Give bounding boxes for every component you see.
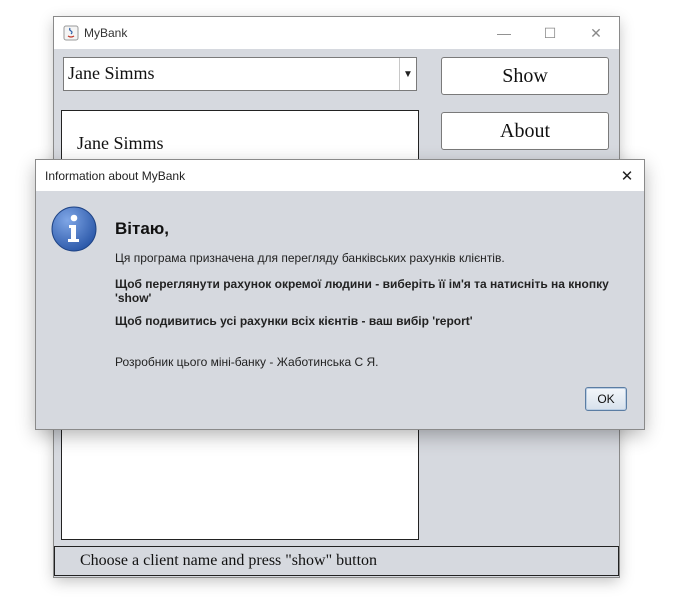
main-window-title: MyBank <box>84 26 128 40</box>
main-titlebar[interactable]: MyBank — ☐ ✕ <box>54 17 619 49</box>
dialog-text-report-hint: Щоб подивитись усі рахунки всіх кієнтів … <box>115 314 473 328</box>
ok-button[interactable]: OK <box>585 387 627 411</box>
show-button[interactable]: Show <box>441 57 609 95</box>
about-dialog: Information about MyBank ✕ Вітаю, Ця про… <box>36 160 644 429</box>
dialog-titlebar[interactable]: Information about MyBank ✕ <box>36 160 644 191</box>
minimize-button[interactable]: — <box>481 17 527 49</box>
java-app-icon <box>63 25 79 41</box>
status-bar: Choose a client name and press "show" bu… <box>54 546 619 576</box>
close-button[interactable]: ✕ <box>573 17 619 49</box>
client-select[interactable]: Jane Simms ▼ <box>63 57 417 91</box>
list-item[interactable]: Jane Simms <box>77 133 164 154</box>
status-text: Choose a client name and press "show" bu… <box>80 552 378 569</box>
dialog-text-intro: Ця програма призначена для перегляду бан… <box>115 251 505 265</box>
maximize-button[interactable]: ☐ <box>527 17 573 49</box>
dialog-title: Information about MyBank <box>45 169 186 183</box>
dialog-heading: Вітаю, <box>115 219 170 238</box>
dialog-text-author: Розробник цього міні-банку - Жаботинська… <box>115 355 379 369</box>
chevron-down-icon[interactable]: ▼ <box>399 58 416 90</box>
about-button[interactable]: About <box>441 112 609 150</box>
dialog-close-button[interactable]: ✕ <box>610 160 644 191</box>
client-select-value: Jane Simms <box>68 63 155 83</box>
dialog-text-show-hint: Щоб переглянути рахунок окремої людини -… <box>115 277 609 305</box>
info-icon <box>51 206 97 252</box>
